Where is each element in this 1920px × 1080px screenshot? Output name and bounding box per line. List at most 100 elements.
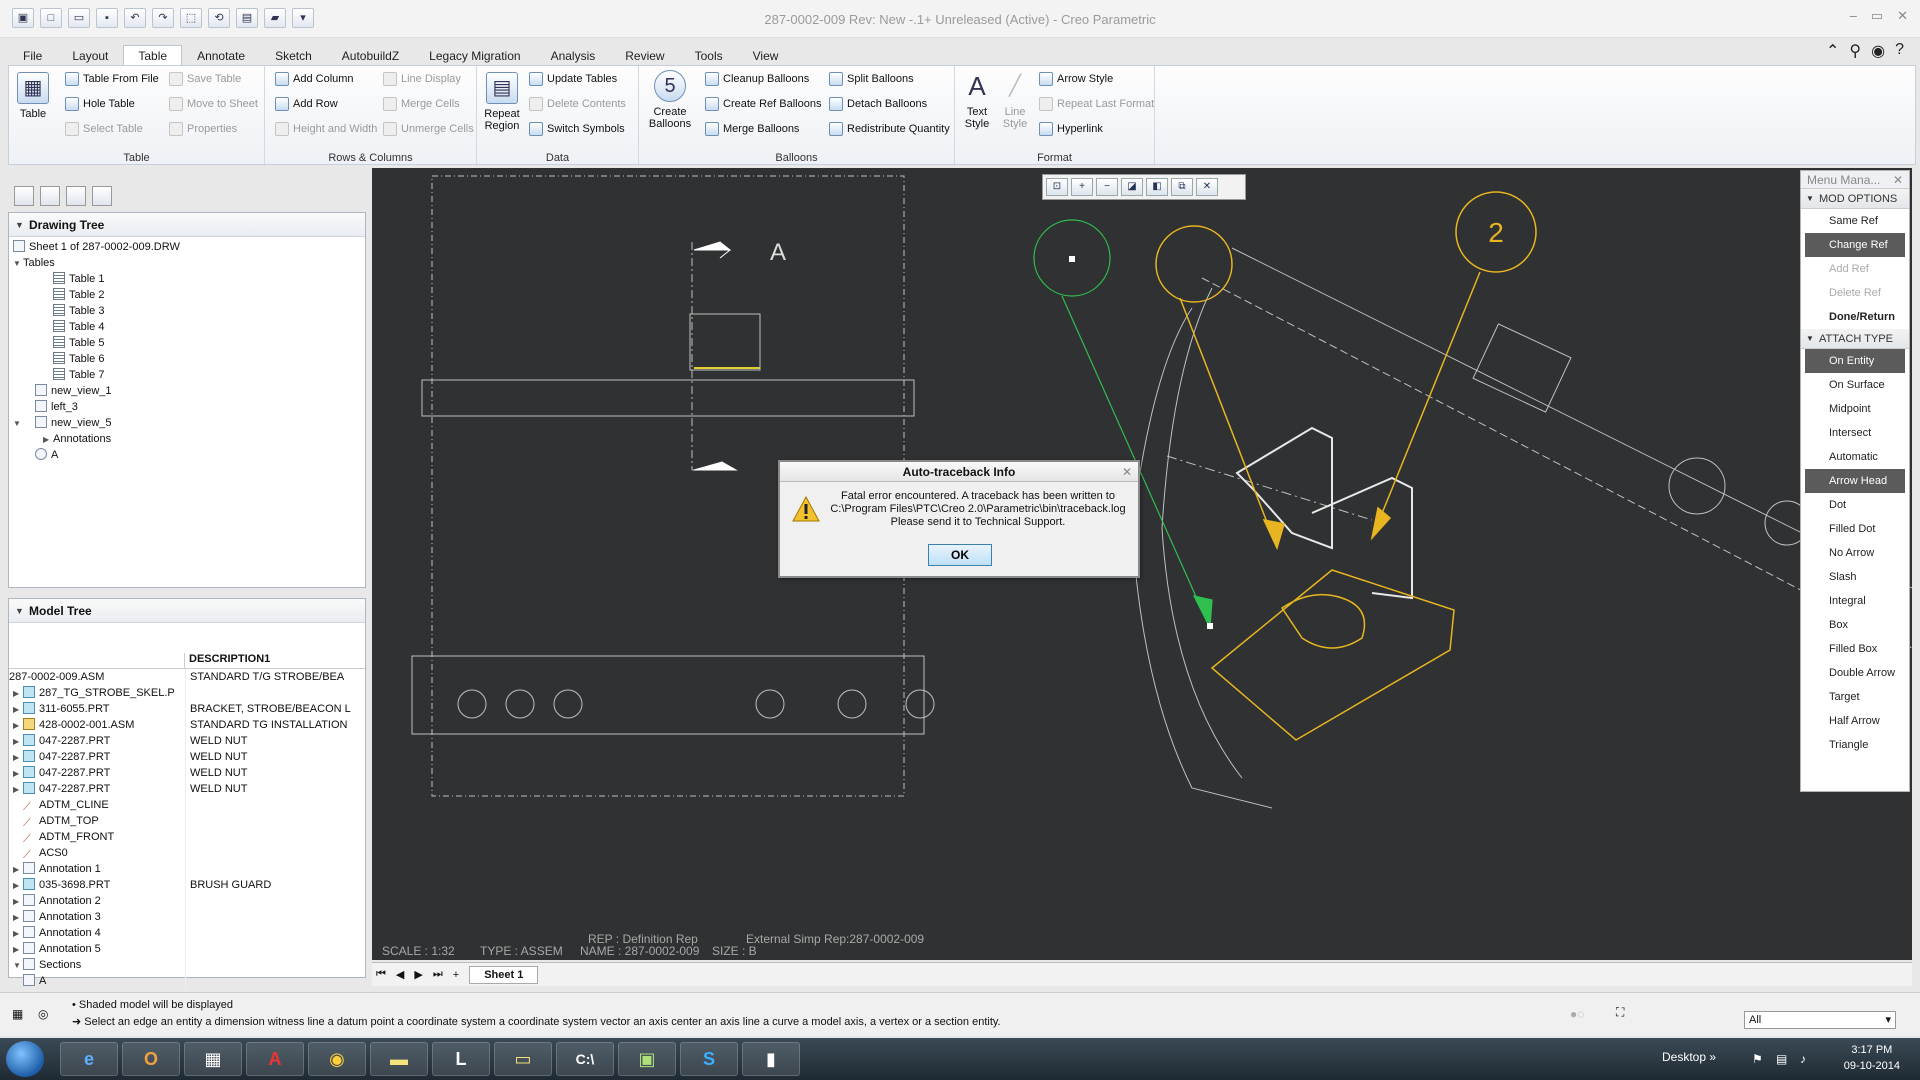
expand-arrow-icon[interactable]: ▶ <box>13 750 23 765</box>
tree-item[interactable]: Table 1 <box>13 271 365 287</box>
table-row[interactable]: ▶ 311-6055.PRT BRACKET, STROBE/BEACON L <box>9 701 365 717</box>
display-style-icon[interactable]: ◧ <box>1146 178 1168 196</box>
menu-item[interactable]: On Entity <box>1805 349 1905 373</box>
merge-cells-button[interactable]: Merge Cells <box>383 97 460 111</box>
ok-button[interactable]: OK <box>928 544 992 566</box>
expand-arrow-icon[interactable]: ▶ <box>13 686 23 701</box>
description-column-header[interactable]: DESCRIPTION1 <box>185 653 365 668</box>
menu-item[interactable]: No Arrow <box>1805 541 1905 565</box>
table-row[interactable]: 287-0002-009.ASM STANDARD T/G STROBE/BEA <box>9 669 365 685</box>
next-sheet-icon[interactable]: ▶ <box>414 968 422 981</box>
tab-analysis[interactable]: Analysis <box>536 45 611 65</box>
tree-item[interactable]: ▼ new_view_5 <box>13 415 365 431</box>
expand-arrow-icon[interactable]: ▶ <box>13 766 23 781</box>
acrobat-icon[interactable]: A <box>246 1042 304 1076</box>
menu-item[interactable]: Filled Dot <box>1805 517 1905 541</box>
tree-nav-icon[interactable] <box>14 186 34 206</box>
drawing-tree-header[interactable]: Drawing Tree <box>9 213 365 237</box>
close-icon[interactable]: ✕ <box>1122 462 1132 482</box>
close-icon[interactable]: ✕ <box>1893 171 1903 189</box>
outlook-icon[interactable]: O <box>122 1042 180 1076</box>
menu-item[interactable]: Target <box>1805 685 1905 709</box>
tree-item[interactable]: ▼ Tables <box>13 255 365 271</box>
tray-network-icon[interactable]: ▤ <box>1776 1052 1787 1066</box>
expand-arrow-icon[interactable]: ▶ <box>13 878 23 893</box>
tree-toggle-icon[interactable]: ▦ <box>12 1007 23 1021</box>
select-table-button[interactable]: Select Table <box>65 122 143 136</box>
table-from-file-button[interactable]: Table From File <box>65 72 159 86</box>
switch-symbols-button[interactable]: Switch Symbols <box>529 122 625 136</box>
expand-arrow-icon[interactable]: ▶ <box>13 734 23 749</box>
menu-section-header[interactable]: ATTACH TYPE <box>1801 329 1909 349</box>
table-row[interactable]: ▶ 047-2287.PRT WELD NUT <box>9 765 365 781</box>
collapse-ribbon-icon[interactable]: ⌃ <box>1826 41 1839 61</box>
minimize-icon[interactable]: – <box>1850 8 1857 24</box>
ie-icon[interactable]: e <box>60 1042 118 1076</box>
table-row[interactable]: ▶ 035-3698.PRT BRUSH GUARD <box>9 877 365 893</box>
selection-filter[interactable]: All ▾ <box>1744 1011 1896 1029</box>
update-tables-button[interactable]: Update Tables <box>529 72 617 86</box>
detach-balloons-button[interactable]: Detach Balloons <box>829 97 927 111</box>
menu-section-header[interactable]: MOD OPTIONS <box>1801 189 1909 209</box>
table-row[interactable]: ▶ Annotation 5 <box>9 941 365 957</box>
table-row[interactable]: ⟋ ADTM_TOP <box>9 813 365 829</box>
selection-handle[interactable] <box>1069 256 1075 262</box>
selection-handle[interactable] <box>1207 623 1213 629</box>
expand-arrow-icon[interactable]: ▶ <box>13 894 23 909</box>
tray-volume-icon[interactable]: ♪ <box>1800 1052 1806 1066</box>
tree-item[interactable]: Table 5 <box>13 335 365 351</box>
search-icon[interactable]: ⚲ <box>1849 41 1861 61</box>
expand-arrow-icon[interactable]: ▶ <box>13 926 23 941</box>
table-row[interactable]: ▼ Sections <box>9 957 365 973</box>
expand-arrow-icon[interactable]: ▶ <box>13 910 23 925</box>
creo-icon[interactable]: ▣ <box>618 1042 676 1076</box>
collapse-arrow-icon[interactable]: ▼ <box>13 416 23 432</box>
explorer-icon[interactable]: ▬ <box>370 1042 428 1076</box>
tab-table[interactable]: Table <box>123 45 183 65</box>
expand-arrow-icon[interactable]: ▶ <box>13 702 23 717</box>
create-balloons-button[interactable]: 5 Create Balloons <box>643 70 697 130</box>
annotation-display-icon[interactable]: ✕ <box>1196 178 1218 196</box>
tree-item[interactable]: new_view_1 <box>13 383 365 399</box>
menu-item[interactable]: Box <box>1805 613 1905 637</box>
close-window-icon[interactable]: ✕ <box>1897 8 1908 24</box>
table-row[interactable]: ▶ Annotation 1 <box>9 861 365 877</box>
expand-arrow-icon[interactable]: ▶ <box>13 782 23 797</box>
collapse-arrow-icon[interactable]: ▼ <box>13 256 23 272</box>
group-label-balloons[interactable]: Balloons <box>639 152 954 164</box>
table-row[interactable]: ▶ 428-0002-001.ASM STANDARD TG INSTALLATIO… <box>9 717 365 733</box>
table-button[interactable]: ▦ Table <box>13 72 53 120</box>
folder-browser-icon[interactable] <box>40 186 60 206</box>
menu-item[interactable]: On Surface <box>1805 373 1905 397</box>
community-icon[interactable]: ◉ <box>1871 41 1885 61</box>
lync-icon[interactable]: L <box>432 1042 490 1076</box>
skype-icon[interactable]: S <box>680 1042 738 1076</box>
split-balloons-button[interactable]: Split Balloons <box>829 72 914 86</box>
delete-contents-button[interactable]: Delete Contents <box>529 97 626 111</box>
group-label-format[interactable]: Format <box>955 152 1154 164</box>
tree-item[interactable]: A <box>13 447 365 463</box>
redistribute-quantity-button[interactable]: Redistribute Quantity <box>829 122 950 136</box>
create-ref-balloons-button[interactable]: Create Ref Balloons <box>705 97 821 111</box>
selection-mode-icon[interactable]: ⛶ <box>1616 1005 1624 1020</box>
cleanup-balloons-button[interactable]: Cleanup Balloons <box>705 72 809 86</box>
menu-item[interactable]: Same Ref <box>1805 209 1905 233</box>
desktop-toolbar[interactable]: Desktop » <box>1662 1050 1716 1064</box>
datum-display-icon[interactable]: ⧉ <box>1171 178 1193 196</box>
tab-file[interactable]: File <box>8 45 57 65</box>
move-to-sheet-button[interactable]: Move to Sheet <box>169 97 258 111</box>
menu-item[interactable]: Dot <box>1805 493 1905 517</box>
help-icon[interactable]: ? <box>1895 41 1904 61</box>
tree-item[interactable]: Table 6 <box>13 351 365 367</box>
menu-item[interactable]: Change Ref <box>1805 233 1905 257</box>
add-sheet-icon[interactable]: + <box>453 969 459 981</box>
menu-item[interactable]: Slash <box>1805 565 1905 589</box>
app-icon[interactable]: ▮ <box>742 1042 800 1076</box>
tab-annotate[interactable]: Annotate <box>182 45 260 65</box>
tree-item[interactable]: left_3 <box>13 399 365 415</box>
favorites-icon[interactable] <box>66 186 86 206</box>
line-style-button[interactable]: ╱ Line Style <box>999 70 1031 130</box>
tab-sketch[interactable]: Sketch <box>260 45 327 65</box>
table-row[interactable]: ▶ 047-2287.PRT WELD NUT <box>9 749 365 765</box>
menu-item[interactable]: Triangle <box>1805 733 1905 757</box>
